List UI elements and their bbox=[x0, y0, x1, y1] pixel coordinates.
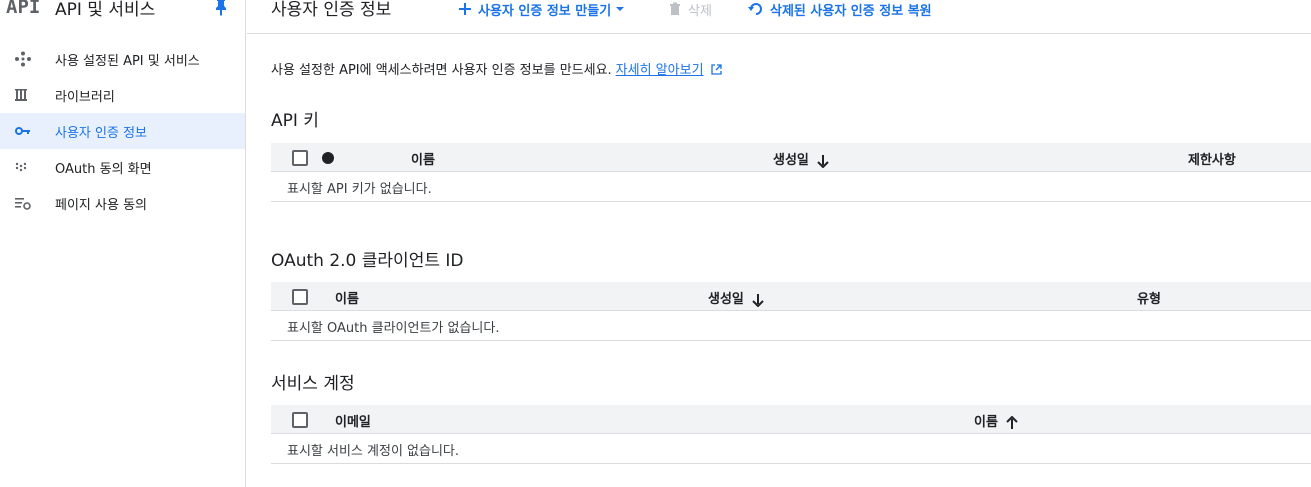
caret-down-icon bbox=[616, 7, 625, 11]
empty-message: 표시할 OAuth 클라이언트가 없습니다. bbox=[287, 321, 500, 336]
col-name-label: 이름 bbox=[974, 415, 998, 430]
sidebar-item-label: 사용 설정된 API 및 서비스 bbox=[55, 54, 200, 69]
pin-icon[interactable] bbox=[213, 0, 229, 16]
page-title: 사용자 인증 정보 bbox=[271, 0, 392, 20]
col-name[interactable]: 이름 bbox=[974, 411, 1018, 430]
intro-message: 사용 설정한 API에 액세스하려면 사용자 인증 정보를 만드세요. bbox=[271, 63, 612, 78]
external-link-icon bbox=[711, 64, 722, 75]
select-all-checkbox[interactable] bbox=[292, 289, 308, 305]
plus-icon bbox=[459, 3, 471, 15]
oauth-table-header: 이름 생성일 유형 bbox=[271, 282, 1311, 311]
col-name[interactable]: 이름 bbox=[411, 149, 435, 168]
service-accounts-title: 서비스 계정 bbox=[271, 374, 355, 394]
intro-text: 사용 설정한 API에 액세스하려면 사용자 인증 정보를 만드세요. 자세히 알… bbox=[271, 59, 722, 78]
col-created[interactable]: 생성일 bbox=[708, 288, 764, 307]
oauth-title: OAuth 2.0 클라이언트 ID bbox=[271, 251, 464, 271]
api-logo: API bbox=[6, 0, 41, 18]
select-all-checkbox[interactable] bbox=[292, 412, 308, 428]
col-created[interactable]: 생성일 bbox=[773, 149, 829, 168]
sidebar-item-label: 라이브러리 bbox=[55, 90, 115, 105]
restore-label: 삭제된 사용자 인증 정보 복원 bbox=[770, 3, 932, 19]
arrow-up-icon bbox=[1006, 415, 1018, 429]
create-credentials-label: 사용자 인증 정보 만들기 bbox=[478, 3, 612, 19]
service-accounts-table-header: 이메일 이름 bbox=[271, 405, 1311, 434]
arrow-down-icon bbox=[752, 293, 764, 307]
toolbar: 사용자 인증 정보 사용자 인증 정보 만들기 삭제 삭제된 사용자 인증 정보… bbox=[247, 0, 1311, 34]
sidebar-title: API 및 서비스 bbox=[55, 0, 156, 20]
key-icon bbox=[15, 127, 30, 135]
col-name[interactable]: 이름 bbox=[335, 288, 359, 307]
sidebar-nav: 사용 설정된 API 및 서비스 라이브러리 사용자 인증 정보 OAuth 동… bbox=[0, 41, 245, 221]
sidebar-header: API API 및 서비스 bbox=[0, 0, 245, 30]
oauth-empty-row: 표시할 OAuth 클라이언트가 없습니다. bbox=[271, 311, 1311, 341]
col-restrictions[interactable]: 제한사항 bbox=[1188, 149, 1236, 168]
settings-list-icon bbox=[15, 198, 31, 210]
col-email[interactable]: 이메일 bbox=[335, 411, 371, 430]
api-keys-title: API 키 bbox=[271, 111, 319, 131]
sidebar-item-label: 사용자 인증 정보 bbox=[55, 126, 147, 141]
delete-label: 삭제 bbox=[688, 3, 712, 19]
diamond-dots-icon bbox=[15, 51, 31, 67]
empty-message: 표시할 API 키가 없습니다. bbox=[287, 182, 432, 197]
create-credentials-button[interactable]: 사용자 인증 정보 만들기 bbox=[458, 0, 625, 19]
trash-icon bbox=[670, 2, 680, 15]
arrow-down-icon bbox=[817, 154, 829, 168]
learn-more-link[interactable]: 자세히 알아보기 bbox=[616, 63, 704, 78]
api-keys-empty-row: 표시할 API 키가 없습니다. bbox=[271, 172, 1311, 202]
service-accounts-empty-row: 표시할 서비스 계정이 없습니다. bbox=[271, 434, 1311, 464]
api-keys-table-header: 이름 생성일 제한사항 bbox=[271, 143, 1311, 172]
restore-deleted-credentials-button[interactable]: 삭제된 사용자 인증 정보 복원 bbox=[748, 0, 932, 19]
sidebar-item-oauth-consent[interactable]: OAuth 동의 화면 bbox=[0, 149, 245, 185]
col-created-label: 생성일 bbox=[773, 153, 809, 168]
select-all-checkbox[interactable] bbox=[292, 150, 308, 166]
sidebar-item-credentials[interactable]: 사용자 인증 정보 bbox=[0, 113, 245, 149]
sidebar-item-label: 페이지 사용 동의 bbox=[55, 198, 147, 213]
sidebar-item-library[interactable]: 라이브러리 bbox=[0, 77, 245, 113]
sidebar-item-enabled-apis[interactable]: 사용 설정된 API 및 서비스 bbox=[0, 41, 245, 77]
library-icon bbox=[15, 89, 27, 101]
sidebar-item-page-usage[interactable]: 페이지 사용 동의 bbox=[0, 185, 245, 221]
sidebar-item-label: OAuth 동의 화면 bbox=[55, 162, 152, 177]
undo-icon bbox=[748, 3, 762, 15]
delete-button[interactable]: 삭제 bbox=[668, 0, 712, 19]
sidebar: API API 및 서비스 사용 설정된 API 및 서비스 라이브러리 사용자… bbox=[0, 0, 246, 487]
col-created-label: 생성일 bbox=[708, 292, 744, 307]
oauth-consent-icon bbox=[15, 162, 27, 172]
empty-message: 표시할 서비스 계정이 없습니다. bbox=[287, 444, 460, 459]
status-dot-icon bbox=[322, 152, 334, 164]
col-type[interactable]: 유형 bbox=[1137, 288, 1161, 307]
